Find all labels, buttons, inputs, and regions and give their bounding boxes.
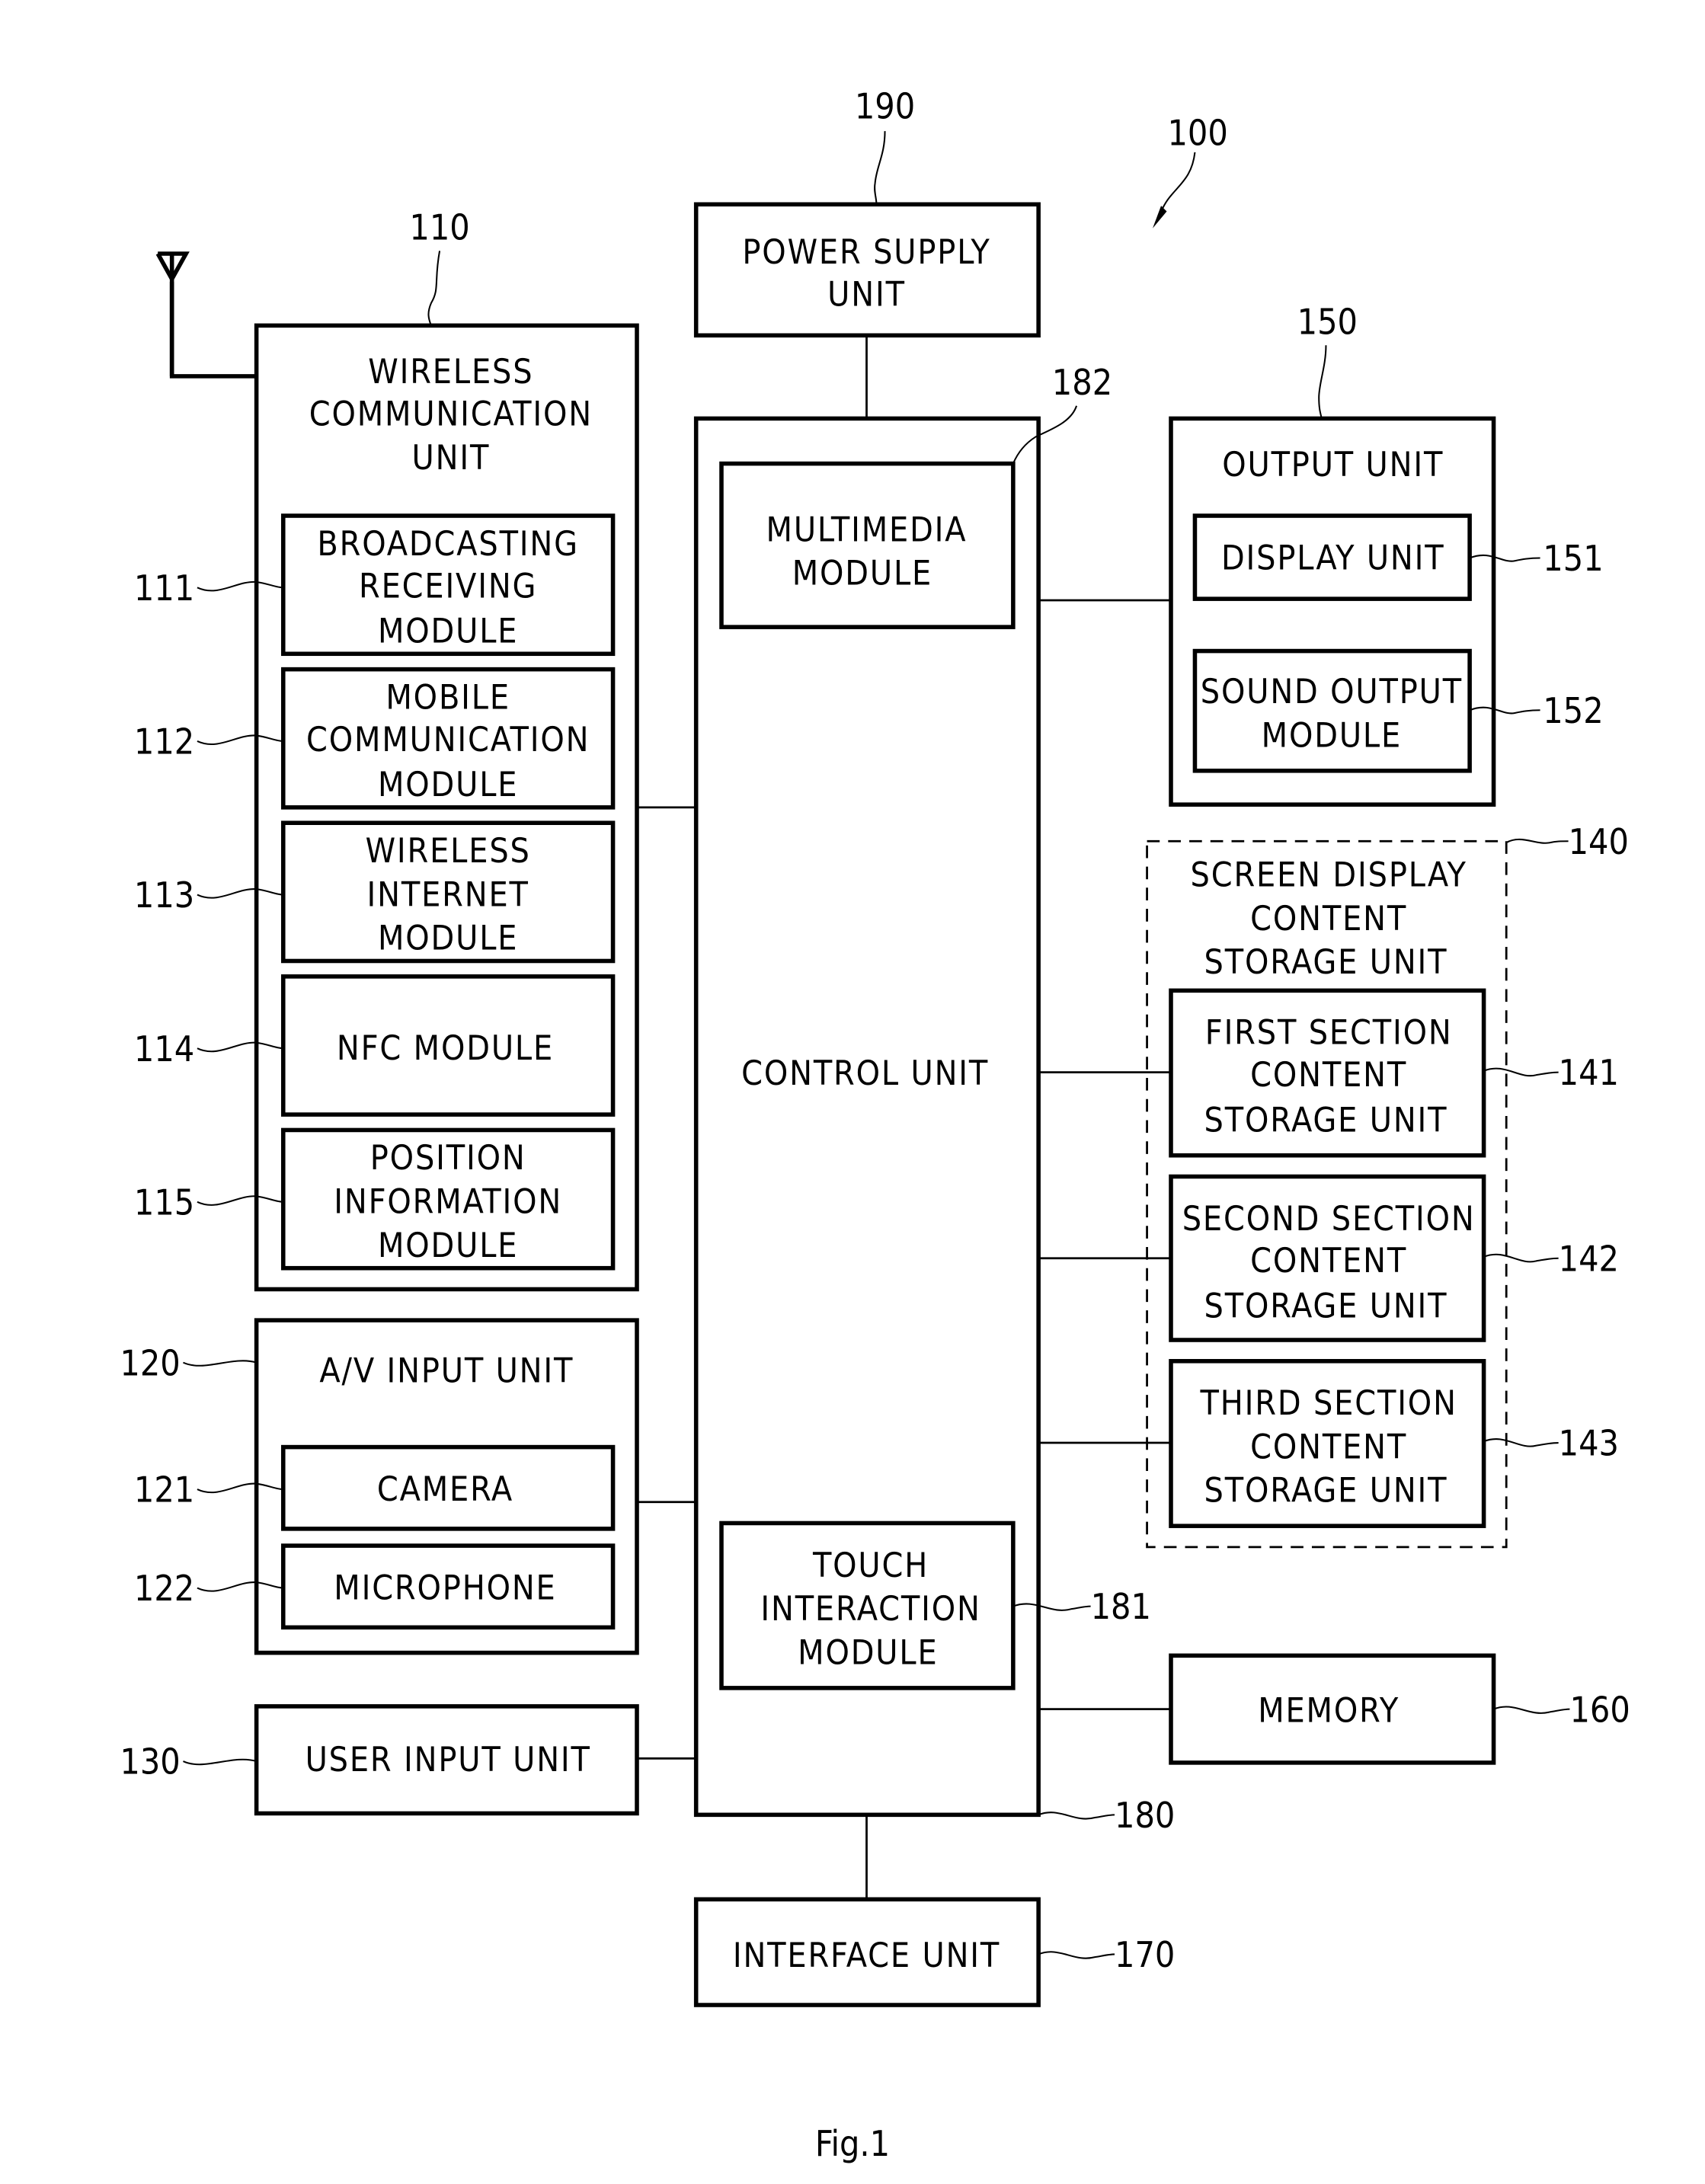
memory-label: MEMORY [1258, 1691, 1400, 1730]
userinput-label: USER INPUT UNIT [305, 1741, 591, 1779]
screenstore-label: SCREEN DISPLAY CONTENT STORAGE UNIT [1191, 855, 1467, 982]
svg-text:TOUCH: TOUCH [812, 1546, 929, 1585]
svg-text:STORAGE UNIT: STORAGE UNIT [1204, 1287, 1448, 1325]
svg-text:COMMUNICATION: COMMUNICATION [306, 721, 590, 759]
ref-141: 141 [1559, 1052, 1619, 1093]
ref-114: 114 [134, 1028, 194, 1070]
block-diagram: WIRELESS COMMUNICATION UNIT BROADCASTING… [120, 85, 1630, 2164]
svg-text:MODULE: MODULE [1262, 716, 1402, 755]
svg-text:WIRELESS: WIRELESS [366, 832, 531, 871]
ref-111: 111 [134, 568, 194, 609]
ref-152: 152 [1543, 690, 1603, 731]
ref-140: 140 [1569, 821, 1629, 862]
ref-142: 142 [1559, 1238, 1619, 1279]
ref-112: 112 [134, 721, 194, 763]
svg-text:MODULE: MODULE [378, 612, 518, 651]
svg-text:THIRD SECTION: THIRD SECTION [1200, 1384, 1457, 1423]
svg-text:COMMUNICATION: COMMUNICATION [309, 395, 593, 434]
svg-text:MODULE: MODULE [378, 919, 518, 958]
svg-text:INFORMATION: INFORMATION [334, 1183, 562, 1222]
ref-130: 130 [120, 1741, 180, 1783]
svg-text:CONTENT: CONTENT [1250, 900, 1407, 939]
figure-caption: Fig.1 [815, 2123, 890, 2164]
ref-190: 190 [855, 85, 915, 126]
svg-text:MODULE: MODULE [792, 555, 932, 593]
svg-text:CONTENT: CONTENT [1250, 1056, 1407, 1095]
svg-text:SOUND OUTPUT: SOUND OUTPUT [1201, 673, 1463, 711]
control-label: CONTROL UNIT [741, 1054, 989, 1093]
antenna-icon [155, 251, 257, 379]
ref-181: 181 [1091, 1586, 1151, 1627]
camera-label: CAMERA [377, 1470, 513, 1509]
ref-110: 110 [409, 207, 469, 248]
display-label: DISPLAY UNIT [1221, 539, 1445, 577]
svg-text:MULTIMEDIA: MULTIMEDIA [766, 510, 968, 549]
ref-100: 100 [1167, 113, 1227, 154]
nfc-label: NFC MODULE [337, 1029, 554, 1068]
svg-text:UNIT: UNIT [827, 275, 906, 314]
svg-text:STORAGE UNIT: STORAGE UNIT [1204, 943, 1448, 982]
svg-text:WIRELESS: WIRELESS [368, 353, 533, 392]
interface-label: INTERFACE UNIT [733, 1936, 1000, 1975]
svg-text:SECOND SECTION: SECOND SECTION [1182, 1200, 1476, 1239]
ref-150: 150 [1297, 301, 1358, 342]
ref-180: 180 [1115, 1795, 1175, 1836]
svg-text:MODULE: MODULE [378, 1226, 518, 1265]
ref-120: 120 [120, 1342, 180, 1383]
svg-text:POWER SUPPLY: POWER SUPPLY [742, 233, 990, 272]
svg-text:INTERNET: INTERNET [367, 875, 529, 914]
svg-text:INTERACTION: INTERACTION [760, 1590, 980, 1629]
svg-text:MOBILE: MOBILE [385, 678, 510, 717]
ref-115: 115 [134, 1182, 194, 1223]
svg-text:FIRST SECTION: FIRST SECTION [1205, 1014, 1453, 1053]
svg-text:SCREEN DISPLAY: SCREEN DISPLAY [1191, 855, 1467, 894]
svg-text:STORAGE UNIT: STORAGE UNIT [1204, 1472, 1448, 1511]
ref-182: 182 [1052, 362, 1112, 403]
ref-113: 113 [134, 875, 194, 916]
ref-122: 122 [134, 1568, 194, 1609]
svg-text:POSITION: POSITION [370, 1139, 526, 1178]
ref-121: 121 [134, 1469, 194, 1511]
device-arrow-icon [1152, 206, 1167, 229]
svg-text:STORAGE UNIT: STORAGE UNIT [1204, 1101, 1448, 1140]
output-label: OUTPUT UNIT [1222, 446, 1444, 484]
ref-170: 170 [1115, 1934, 1175, 1975]
svg-text:CONTENT: CONTENT [1250, 1428, 1407, 1466]
ref-160: 160 [1569, 1689, 1630, 1730]
av-label: A/V INPUT UNIT [319, 1352, 574, 1391]
svg-text:RECEIVING: RECEIVING [359, 567, 537, 606]
svg-text:MODULE: MODULE [798, 1633, 938, 1672]
winternet-label: WIRELESS INTERNET MODULE [366, 832, 531, 958]
ref-151: 151 [1543, 538, 1603, 579]
svg-text:CONTENT: CONTENT [1250, 1242, 1407, 1281]
ref-143: 143 [1559, 1423, 1619, 1464]
svg-text:UNIT: UNIT [412, 439, 491, 478]
svg-text:MODULE: MODULE [378, 766, 518, 804]
mic-label: MICROPHONE [334, 1568, 556, 1607]
svg-text:BROADCASTING: BROADCASTING [317, 525, 578, 564]
